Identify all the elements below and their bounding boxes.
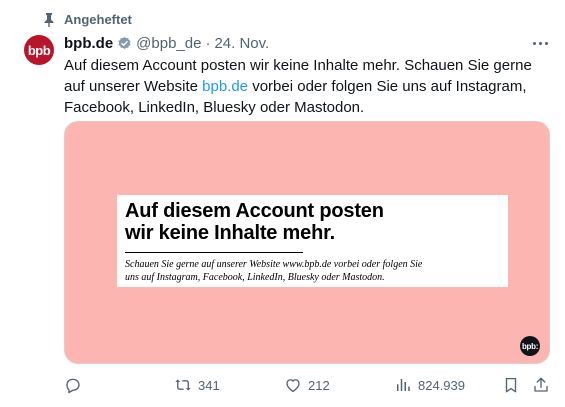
share-button[interactable]: [532, 375, 550, 395]
like-count: 212: [308, 377, 330, 393]
pinned-label: Angeheftet: [64, 12, 132, 27]
tweet-text: Auf diesem Account posten wir keine Inha…: [64, 55, 554, 118]
retweet-icon: [175, 379, 191, 391]
author-name[interactable]: bpb.de: [64, 35, 113, 52]
image-headline: Auf diesem Account posten wir keine Inha…: [125, 200, 384, 244]
like-button[interactable]: 212: [284, 375, 330, 395]
more-dot: [532, 41, 536, 45]
retweet-count: 341: [198, 377, 220, 393]
separator-dot: ·: [205, 34, 211, 52]
tweet-link[interactable]: bpb.de: [202, 78, 248, 95]
author-handle[interactable]: @bpb_de: [136, 35, 201, 52]
more-options-icon[interactable]: [530, 35, 550, 51]
image-subtext: Schauen Sie gerne auf unserer Website ww…: [125, 258, 505, 284]
reply-icon: [66, 378, 80, 394]
verified-badge-icon[interactable]: [117, 36, 132, 51]
bookmark-icon: [505, 377, 517, 393]
action-bar: 341 212 824.939: [0, 375, 565, 395]
avatar-text: bpb: [27, 42, 51, 58]
views-count: 824.939: [418, 377, 465, 393]
tweet[interactable]: Angeheftet bpb bpb.de @bpb_de · 24. Nov.…: [0, 0, 565, 407]
views-icon: [397, 379, 410, 391]
retweet-button[interactable]: 341: [174, 375, 220, 395]
image-headline-line: Auf diesem Account posten: [125, 200, 384, 222]
tweet-image[interactable]: Auf diesem Account posten wir keine Inha…: [64, 121, 550, 364]
image-subtext-line: uns auf Instagram, Facebook, LinkedIn, B…: [125, 272, 385, 283]
tweet-date[interactable]: 24. Nov.: [214, 35, 269, 52]
image-text-card: Auf diesem Account posten wir keine Inha…: [117, 195, 508, 287]
bookmark-button[interactable]: [502, 375, 520, 395]
share-icon: [534, 377, 548, 392]
tweet-header: bpb.de @bpb_de · 24. Nov.: [64, 33, 269, 53]
image-divider: [125, 252, 303, 253]
more-dot: [538, 41, 542, 45]
bpb-logo-text: bpb:: [521, 341, 539, 351]
more-dot: [544, 41, 548, 45]
image-subtext-line: Schauen Sie gerne auf unserer Website ww…: [125, 259, 423, 270]
heart-icon: [286, 379, 300, 393]
pin-icon: [44, 13, 54, 27]
avatar[interactable]: bpb: [24, 35, 54, 65]
views-button[interactable]: 824.939: [394, 375, 465, 395]
image-headline-line: wir keine Inhalte mehr.: [125, 222, 335, 244]
bpb-logo: bpb:: [520, 336, 540, 356]
reply-button[interactable]: [64, 375, 88, 395]
